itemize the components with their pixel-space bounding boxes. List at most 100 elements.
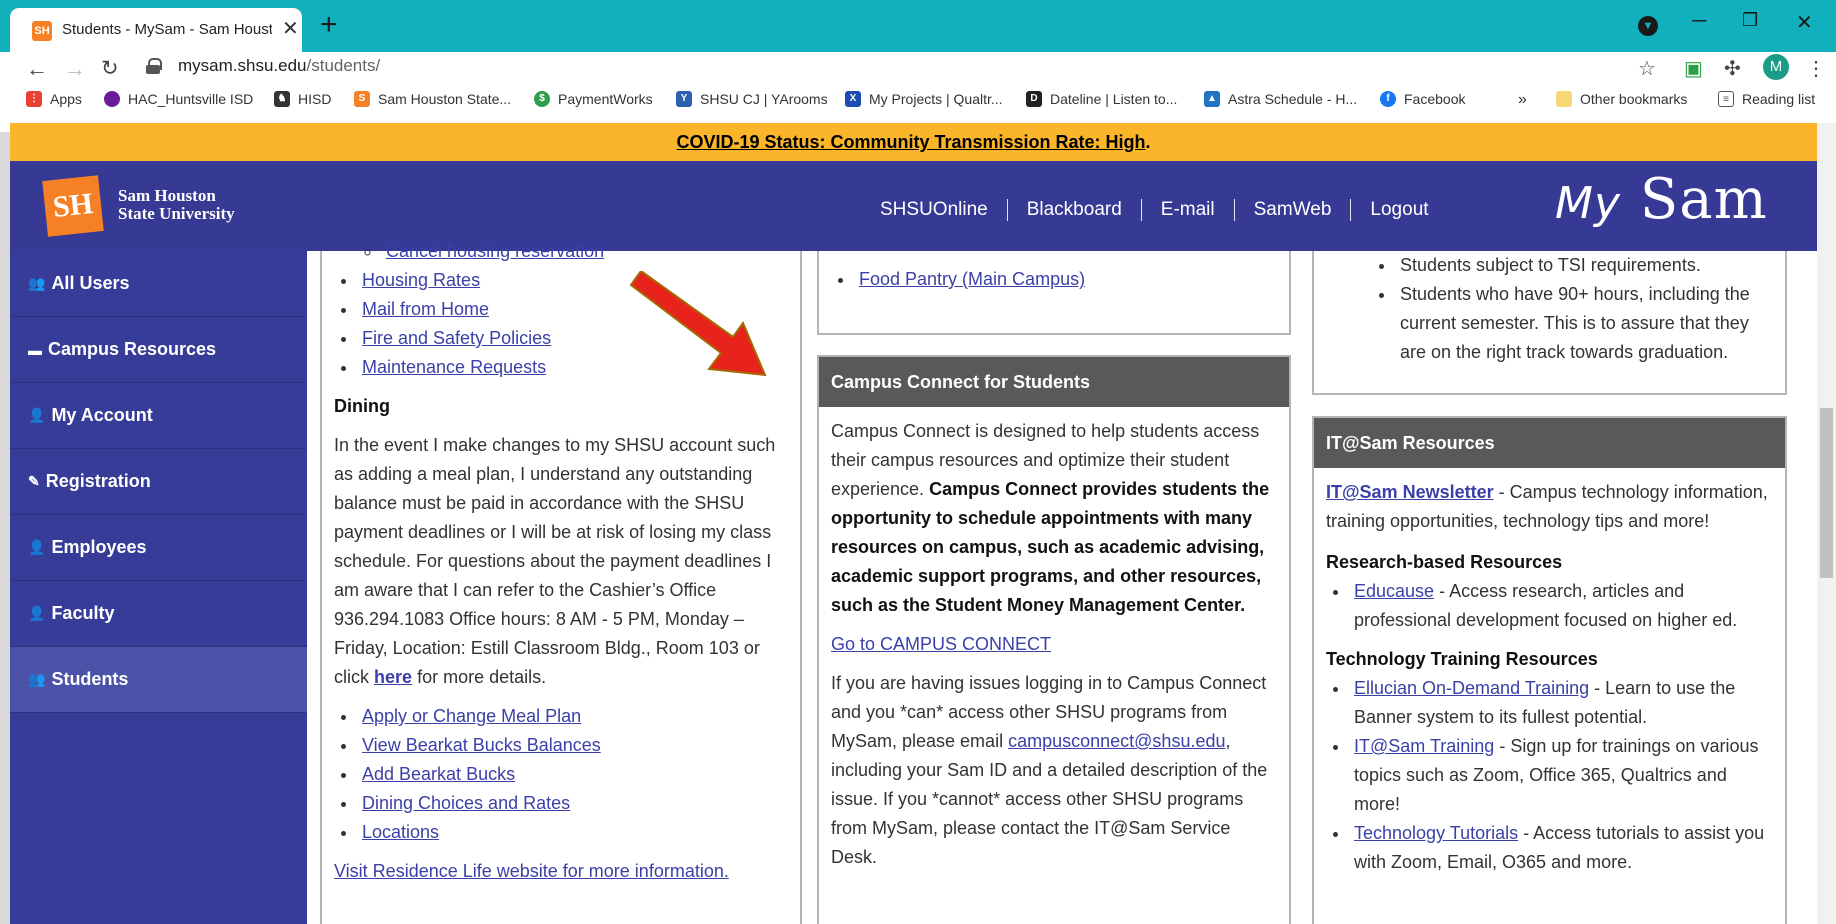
campus-connect-intro: Campus Connect is designed to help stude…: [831, 421, 1270, 615]
residence-life-link[interactable]: Visit Residence Life website for more in…: [334, 861, 729, 881]
dining-links: Apply or Change Meal Plan View Bearkat B…: [358, 702, 788, 847]
sidebar-item-my-account[interactable]: 👤 My Account: [10, 383, 307, 449]
bookmark-qualtrics[interactable]: X My Projects | Qualtr...: [845, 91, 1003, 107]
nav-logout[interactable]: Logout: [1370, 199, 1428, 221]
educause-link[interactable]: Educause: [1354, 581, 1434, 601]
extension-icon[interactable]: ▣: [1684, 56, 1703, 81]
cut-list: Cancel housing reservation: [382, 237, 788, 266]
bookmark-apps[interactable]: ⋮ Apps: [26, 91, 82, 107]
covid-banner: COVID-19 Status: Community Transmission …: [10, 123, 1817, 161]
bookmark-hac[interactable]: HAC_Huntsville ISD: [104, 91, 253, 107]
training-heading: Technology Training Resources: [1326, 649, 1598, 669]
research-heading: Research-based Resources: [1326, 552, 1563, 572]
horse-icon: ♞: [274, 91, 290, 107]
it-sam-newsletter-link[interactable]: IT@Sam Newsletter: [1326, 482, 1494, 502]
top-nav: SHSUOnline Blackboard E-mail SamWeb Logo…: [880, 199, 1429, 221]
sidebar: 👥 All Users ▬ Campus Resources 👤 My Account…: [10, 251, 307, 924]
campusconnect-email-link[interactable]: campusconnect@shsu.edu: [1008, 731, 1225, 751]
covid-status-link[interactable]: COVID-19 Status: Community Transmission …: [676, 132, 1145, 152]
close-tab-icon[interactable]: ✕: [282, 18, 299, 40]
scrollbar-thumb[interactable]: [1820, 408, 1833, 578]
facebook-icon: f: [1380, 91, 1396, 107]
shsu-favicon-icon: SH: [32, 21, 52, 41]
browser-tab[interactable]: SH Students - MySam - Sam Houston ✕: [10, 8, 302, 52]
nav-email[interactable]: E-mail: [1161, 199, 1215, 221]
restore-icon[interactable]: ❐: [1742, 10, 1758, 31]
forward-icon[interactable]: →: [64, 56, 86, 82]
bookmark-paymentworks[interactable]: $ PaymentWorks: [534, 91, 653, 107]
dateline-icon: D: [1026, 91, 1042, 107]
shsu-logo-icon[interactable]: SH: [42, 175, 104, 237]
sidebar-item-students[interactable]: 👥 Students: [10, 647, 307, 713]
sidebar-item-employees[interactable]: 👤 Employees: [10, 515, 307, 581]
bookmark-astra[interactable]: ▲ Astra Schedule - H...: [1204, 91, 1357, 107]
sidebar-item-faculty[interactable]: 👤 Faculty: [10, 581, 307, 647]
reload-icon[interactable]: ↻: [101, 56, 119, 81]
meal-plan-link[interactable]: Apply or Change Meal Plan: [362, 706, 581, 726]
cancel-housing-link[interactable]: Cancel housing reservation: [386, 241, 604, 261]
tab-strip: SH Students - MySam - Sam Houston ✕ + ▼ …: [0, 0, 1836, 52]
minimize-icon[interactable]: ─: [1692, 10, 1706, 33]
add-bearkat-bucks-link[interactable]: Add Bearkat Bucks: [362, 764, 515, 784]
folder-icon: [1556, 91, 1572, 107]
lock-icon[interactable]: [146, 58, 162, 74]
users-icon: 👥: [28, 275, 46, 291]
other-bookmarks[interactable]: Other bookmarks: [1556, 91, 1687, 107]
more-bookmarks-button[interactable]: »: [1518, 91, 1527, 109]
sidebar-item-registration[interactable]: ✎ Registration: [10, 449, 307, 515]
nav-samweb[interactable]: SamWeb: [1254, 199, 1332, 221]
campus-connect-box: Campus Connect for Students Campus Conne…: [817, 355, 1291, 924]
it-sam-training-link[interactable]: IT@Sam Training: [1354, 736, 1494, 756]
dining-choices-link[interactable]: Dining Choices and Rates: [362, 793, 570, 813]
bookmark-dateline[interactable]: D Dateline | Listen to...: [1026, 91, 1177, 107]
nav-blackboard[interactable]: Blackboard: [1027, 199, 1122, 221]
sidebar-item-all-users[interactable]: 👥 All Users: [10, 251, 307, 317]
food-pantry-link[interactable]: Food Pantry (Main Campus): [859, 269, 1085, 289]
folder-icon: ▬: [28, 341, 42, 358]
reading-list[interactable]: ≡ Reading list: [1718, 91, 1815, 107]
go-to-campus-connect-link[interactable]: Go to CAMPUS CONNECT: [831, 634, 1051, 654]
bookmark-star-icon[interactable]: ☆: [1638, 56, 1656, 81]
advising-box: Students subject to TSI requirements. St…: [1312, 251, 1787, 395]
employee-icon: 👤: [28, 539, 46, 555]
globe-icon: [104, 91, 120, 107]
students-icon: 👥: [28, 671, 46, 687]
locations-link[interactable]: Locations: [362, 822, 439, 842]
it-sam-title: IT@Sam Resources: [1314, 418, 1785, 468]
bookmarks-bar: ⋮ Apps HAC_Huntsville ISD ♞ HISD S Sam Hous…: [0, 89, 1836, 119]
tab-search-icon[interactable]: ▼: [1638, 16, 1658, 36]
reading-list-icon: ≡: [1718, 91, 1734, 107]
bookmark-yarooms[interactable]: Y SHSU CJ | YArooms: [676, 91, 828, 107]
mail-from-home-link[interactable]: Mail from Home: [362, 299, 489, 319]
paymentworks-icon: $: [534, 91, 550, 107]
housing-rates-link[interactable]: Housing Rates: [362, 270, 480, 290]
tsi-list: Students subject to TSI requirements. St…: [1396, 251, 1773, 367]
window-close-icon[interactable]: ✕: [1796, 10, 1813, 35]
maintenance-link[interactable]: Maintenance Requests: [362, 357, 546, 377]
back-icon[interactable]: ←: [26, 56, 48, 82]
campus-connect-issues: If you are having issues logging in to C…: [831, 673, 1268, 867]
ellucian-training-link[interactable]: Ellucian On-Demand Training: [1354, 678, 1589, 698]
annotation-arrow-icon: [629, 271, 767, 377]
fire-safety-link[interactable]: Fire and Safety Policies: [362, 328, 551, 348]
sidebar-item-campus-resources[interactable]: ▬ Campus Resources: [10, 317, 307, 383]
bookmark-hisd[interactable]: ♞ HISD: [274, 91, 331, 107]
bookmark-facebook[interactable]: f Facebook: [1380, 91, 1465, 107]
faculty-icon: 👤: [28, 605, 46, 621]
bookmark-sam-houston[interactable]: S Sam Houston State...: [354, 91, 511, 107]
extensions-puzzle-icon[interactable]: ✣: [1724, 56, 1741, 81]
user-icon: 👤: [28, 407, 46, 423]
address-bar[interactable]: mysam.shsu.edu/students/: [178, 56, 380, 76]
page-scrollbar[interactable]: [1817, 123, 1836, 924]
hours-item: Students who have 90+ hours, including t…: [1396, 280, 1773, 367]
nav-shsuonline[interactable]: SHSUOnline: [880, 199, 988, 221]
profile-avatar[interactable]: M: [1763, 54, 1789, 80]
here-link[interactable]: here: [374, 667, 412, 687]
it-sam-resources-box: IT@Sam Resources IT@Sam Newsletter - Cam…: [1312, 416, 1787, 924]
technology-tutorials-link[interactable]: Technology Tutorials: [1354, 823, 1518, 843]
new-tab-button[interactable]: +: [320, 10, 338, 40]
bearkat-balances-link[interactable]: View Bearkat Bucks Balances: [362, 735, 601, 755]
university-name[interactable]: Sam Houston State University: [118, 187, 235, 223]
menu-icon[interactable]: ⋮: [1806, 56, 1826, 81]
edit-icon: ✎: [28, 473, 40, 489]
